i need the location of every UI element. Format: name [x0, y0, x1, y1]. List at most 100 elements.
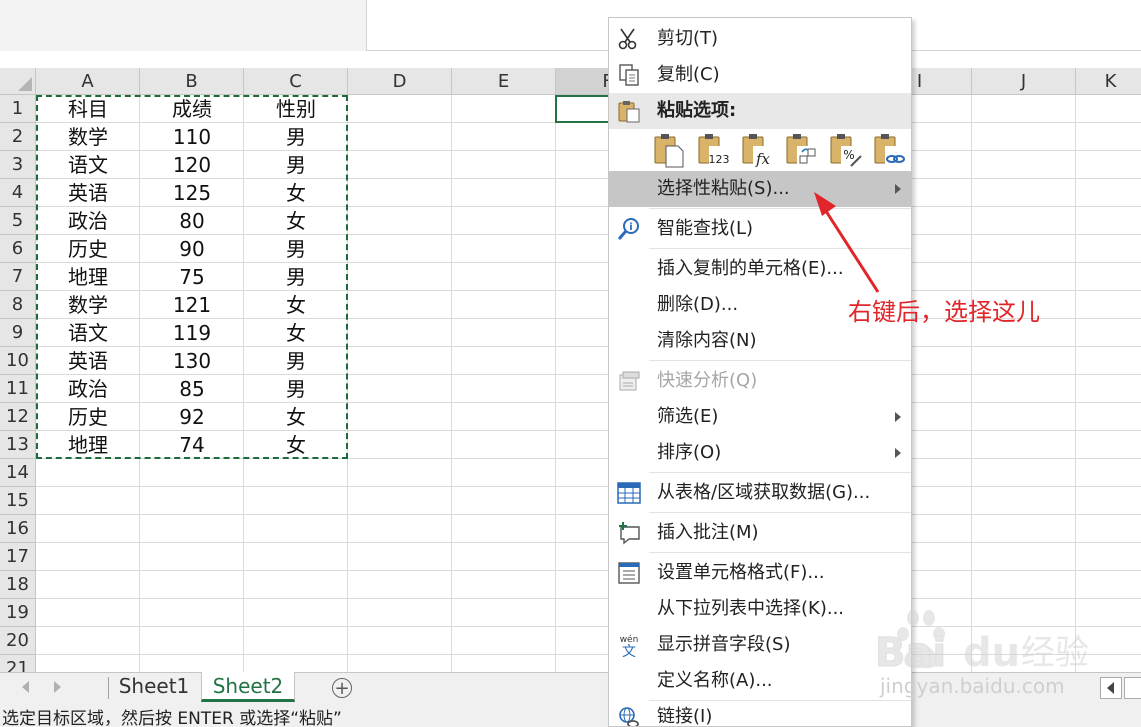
row-header-17[interactable]: 17	[0, 543, 36, 571]
select-all-corner[interactable]	[0, 68, 36, 95]
cell-a12[interactable]: 历史	[36, 403, 140, 431]
paste-formulas-icon[interactable]: fx	[741, 132, 775, 168]
menu-item-insert-comment[interactable]: 插入批注(M)	[609, 515, 911, 551]
menu-item-cut[interactable]: 剪切(T)	[609, 21, 911, 57]
active-cell-f1[interactable]	[555, 95, 613, 123]
column-header-d[interactable]: D	[348, 68, 452, 95]
cell-c8[interactable]: 女	[244, 291, 348, 319]
cell-b6[interactable]: 90	[140, 235, 244, 263]
menu-item-pick-from-list[interactable]: 从下拉列表中选择(K)...	[609, 591, 911, 627]
cell-c9[interactable]: 女	[244, 319, 348, 347]
menu-item-sort[interactable]: 排序(O)	[609, 435, 911, 471]
row-header-7[interactable]: 7	[0, 263, 36, 291]
row-header-5[interactable]: 5	[0, 207, 36, 235]
column-header-b[interactable]: B	[140, 68, 244, 95]
cell-a1[interactable]: 科目	[36, 95, 140, 123]
row-header-9[interactable]: 9	[0, 319, 36, 347]
menu-item-clear-contents[interactable]: 清除内容(N)	[609, 323, 911, 359]
row-header-2[interactable]: 2	[0, 123, 36, 151]
paste-values-icon[interactable]: 123	[697, 132, 731, 168]
cell-a7[interactable]: 地理	[36, 263, 140, 291]
scroll-right-button[interactable]	[1124, 677, 1141, 699]
tab-sheet2[interactable]: Sheet2	[201, 672, 295, 702]
paste-icon[interactable]	[653, 132, 687, 168]
cell-b9[interactable]: 119	[140, 319, 244, 347]
cell-c4[interactable]: 女	[244, 179, 348, 207]
cell-a9[interactable]: 语文	[36, 319, 140, 347]
row-header-13[interactable]: 13	[0, 431, 36, 459]
cell-c5[interactable]: 女	[244, 207, 348, 235]
row-header-3[interactable]: 3	[0, 151, 36, 179]
cell-b10[interactable]: 130	[140, 347, 244, 375]
paste-formatting-icon[interactable]: %	[829, 132, 863, 168]
cell-b11[interactable]: 85	[140, 375, 244, 403]
spreadsheet-grid[interactable]: ABCDEFGHIJK12345678910111213141516171819…	[0, 68, 1141, 672]
cell-a13[interactable]: 地理	[36, 431, 140, 459]
menu-item-show-phonetic[interactable]: wén 文 显示拼音字段(S)	[609, 627, 911, 663]
cell-c6[interactable]: 男	[244, 235, 348, 263]
menu-item-get-data-from-table[interactable]: 从表格/区域获取数据(G)...	[609, 475, 911, 511]
cell-a10[interactable]: 英语	[36, 347, 140, 375]
annotation-text: 右键后，选择这儿	[848, 298, 1040, 326]
row-header-6[interactable]: 6	[0, 235, 36, 263]
submenu-arrow-icon	[895, 412, 901, 422]
cell-c7[interactable]: 男	[244, 263, 348, 291]
cell-a5[interactable]: 政治	[36, 207, 140, 235]
svg-text:fx: fx	[755, 150, 771, 168]
cell-b2[interactable]: 110	[140, 123, 244, 151]
cell-c2[interactable]: 男	[244, 123, 348, 151]
link-icon	[619, 707, 639, 726]
row-header-15[interactable]: 15	[0, 487, 36, 515]
cell-b8[interactable]: 121	[140, 291, 244, 319]
column-header-e[interactable]: E	[452, 68, 556, 95]
column-header-j[interactable]: J	[972, 68, 1076, 95]
row-header-21[interactable]: 21	[0, 655, 36, 672]
scroll-tabs-left-icon[interactable]	[22, 681, 29, 693]
cell-a3[interactable]: 语文	[36, 151, 140, 179]
cell-c13[interactable]: 女	[244, 431, 348, 459]
cell-c11[interactable]: 男	[244, 375, 348, 403]
row-header-11[interactable]: 11	[0, 375, 36, 403]
paste-transpose-icon[interactable]	[785, 132, 819, 168]
row-header-4[interactable]: 4	[0, 179, 36, 207]
cell-b4[interactable]: 125	[140, 179, 244, 207]
menu-item-format-cells[interactable]: 设置单元格格式(F)...	[609, 555, 911, 591]
scroll-tabs-right-icon[interactable]	[54, 681, 61, 693]
phonetic-icon: wén文	[620, 634, 639, 657]
column-header-c[interactable]: C	[244, 68, 348, 95]
cell-a8[interactable]: 数学	[36, 291, 140, 319]
row-header-10[interactable]: 10	[0, 347, 36, 375]
cell-c1[interactable]: 性别	[244, 95, 348, 123]
cell-b12[interactable]: 92	[140, 403, 244, 431]
cell-b7[interactable]: 75	[140, 263, 244, 291]
tab-sheet1[interactable]: Sheet1	[110, 672, 198, 702]
cell-c10[interactable]: 男	[244, 347, 348, 375]
row-header-20[interactable]: 20	[0, 627, 36, 655]
cell-a2[interactable]: 数学	[36, 123, 140, 151]
cell-b5[interactable]: 80	[140, 207, 244, 235]
cell-b1[interactable]: 成绩	[140, 95, 244, 123]
row-header-14[interactable]: 14	[0, 459, 36, 487]
column-header-k[interactable]: K	[1076, 68, 1141, 95]
cell-c12[interactable]: 女	[244, 403, 348, 431]
cell-c3[interactable]: 男	[244, 151, 348, 179]
row-header-1[interactable]: 1	[0, 95, 36, 123]
row-header-8[interactable]: 8	[0, 291, 36, 319]
cell-a11[interactable]: 政治	[36, 375, 140, 403]
row-header-19[interactable]: 19	[0, 599, 36, 627]
menu-item-link[interactable]: 链接(I)	[609, 699, 911, 726]
menu-item-copy[interactable]: 复制(C)	[609, 57, 911, 93]
cell-b3[interactable]: 120	[140, 151, 244, 179]
cell-a4[interactable]: 英语	[36, 179, 140, 207]
cell-a6[interactable]: 历史	[36, 235, 140, 263]
cell-b13[interactable]: 74	[140, 431, 244, 459]
paste-link-icon[interactable]	[873, 132, 907, 168]
menu-item-define-name[interactable]: 定义名称(A)...	[609, 663, 911, 699]
row-header-12[interactable]: 12	[0, 403, 36, 431]
menu-item-filter[interactable]: 筛选(E)	[609, 399, 911, 435]
row-header-18[interactable]: 18	[0, 571, 36, 599]
menu-item-quick-analysis[interactable]: 快速分析(Q)	[609, 363, 911, 399]
column-header-a[interactable]: A	[36, 68, 140, 95]
add-sheet-button[interactable]: +	[332, 678, 352, 698]
row-header-16[interactable]: 16	[0, 515, 36, 543]
